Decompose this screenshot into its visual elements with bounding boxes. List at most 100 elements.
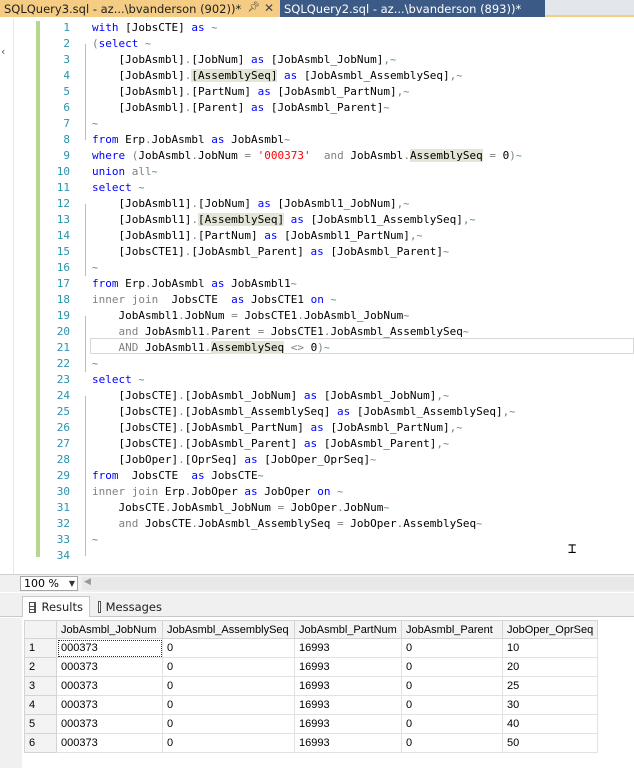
table-cell[interactable]: 000373 <box>56 657 163 677</box>
column-header[interactable]: JobAsmbl_PartNum <box>294 620 402 639</box>
table-cell[interactable]: 0 <box>401 695 503 715</box>
query-editor[interactable]: ‹ 1 2 3 4 5 6 7 8 9 10 11 12 13 14 15 16 17 18 19 20 21 22 23 2… <box>0 19 634 574</box>
close-icon[interactable]: ✕ <box>264 1 274 15</box>
table-cell[interactable]: 16993 <box>294 676 402 696</box>
code-line-3: [JobAsmbl].[JobNum] as [JobAsmbl_JobNum]… <box>92 53 397 66</box>
column-header[interactable]: JobAsmbl_Parent <box>401 620 503 639</box>
column-header[interactable]: JobAsmbl_AssemblySeq <box>162 620 295 639</box>
line-number: 8 <box>63 133 70 146</box>
table-cell[interactable]: 40 <box>501 714 599 734</box>
result-tabs: Results Messages <box>0 593 634 617</box>
document-tab-strip: SQLQuery3.sql - az...\bvanderson (902))*… <box>0 0 634 17</box>
line-number: 5 <box>63 85 70 98</box>
table-cell[interactable]: 0 <box>401 638 503 658</box>
table-row[interactable]: 5 000373 0 16993 0 40 <box>24 714 599 734</box>
tab-sqlquery2[interactable]: SQLQuery2.sql - az...\bvanderson (893))* <box>280 0 545 17</box>
table-cell[interactable]: 50 <box>501 733 599 753</box>
code-line-4: [JobAsmbl].[AssemblySeq] as [JobAsmbl_As… <box>92 69 463 82</box>
table-cell[interactable]: 30 <box>501 695 599 715</box>
horizontal-scrollbar[interactable]: ◀ <box>82 577 634 590</box>
table-row[interactable]: 6 000373 0 16993 0 50 <box>24 733 599 753</box>
table-cell[interactable]: 0 <box>162 657 295 677</box>
tab-messages[interactable]: Messages <box>92 596 168 617</box>
line-number: 12 <box>56 197 70 210</box>
table-cell[interactable]: 16993 <box>294 638 402 658</box>
line-number: 29 <box>56 469 70 482</box>
table-cell[interactable]: 0 <box>401 714 503 734</box>
table-cell[interactable]: 000373 <box>56 733 163 753</box>
table-cell[interactable]: 16993 <box>294 695 402 715</box>
code-line-12: [JobAsmbl1].[JobNum] as [JobAsmbl1_JobNu… <box>92 197 410 210</box>
code-line-11: select ~ <box>92 181 145 194</box>
line-number: 22 <box>56 357 70 370</box>
code-line-23: select ~ <box>92 373 145 386</box>
table-cell[interactable]: 16993 <box>294 657 402 677</box>
results-grid[interactable]: JobAsmbl_JobNum JobAsmbl_AssemblySeq Job… <box>24 620 599 753</box>
fold-guide <box>85 396 86 556</box>
row-number-header[interactable] <box>24 620 57 639</box>
table-row[interactable]: 4 000373 0 16993 0 30 <box>24 695 599 715</box>
column-header[interactable]: JobAsmbl_JobNum <box>56 620 163 639</box>
line-number: 6 <box>63 101 70 114</box>
line-number: 30 <box>56 485 70 498</box>
table-cell[interactable]: 0 <box>162 638 295 658</box>
table-cell[interactable]: 0 <box>401 657 503 677</box>
pin-icon[interactable]: 📌︎ <box>247 2 260 13</box>
line-number: 13 <box>56 213 70 226</box>
table-cell[interactable]: 000373 <box>56 714 163 734</box>
table-cell[interactable]: 0 <box>162 676 295 696</box>
fold-guide <box>85 44 86 140</box>
line-number: 32 <box>56 517 70 530</box>
row-number[interactable]: 6 <box>24 733 57 753</box>
zoom-value: 100 % <box>24 577 59 590</box>
table-cell[interactable]: 16993 <box>294 714 402 734</box>
table-cell[interactable]: 000373 <box>56 695 163 715</box>
tab-results[interactable]: Results <box>22 596 90 617</box>
line-number: 4 <box>63 69 70 82</box>
scroll-left-icon[interactable]: ◀ <box>84 577 91 587</box>
table-cell[interactable]: 25 <box>501 676 599 696</box>
table-cell[interactable]: 10 <box>501 638 599 658</box>
row-number[interactable]: 5 <box>24 714 57 734</box>
code-line-21: AND JobAsmbl1.AssemblySeq <> 0)~ <box>92 341 330 354</box>
tab-sqlquery3[interactable]: SQLQuery3.sql - az...\bvanderson (902))*… <box>0 0 280 17</box>
line-number: 24 <box>56 389 70 402</box>
table-cell[interactable]: 20 <box>501 657 599 677</box>
table-row[interactable]: 3 000373 0 16993 0 25 <box>24 676 599 696</box>
table-row[interactable]: 2 000373 0 16993 0 20 <box>24 657 599 677</box>
zoom-select[interactable]: 100 % ▼ <box>20 576 78 591</box>
table-cell[interactable]: 0 <box>162 733 295 753</box>
table-cell[interactable]: 0 <box>162 695 295 715</box>
row-number[interactable]: 4 <box>24 695 57 715</box>
messages-icon <box>98 600 101 613</box>
table-cell[interactable]: 0 <box>401 733 503 753</box>
tab-results-label: Results <box>41 600 83 614</box>
table-cell[interactable]: 000373 <box>56 638 163 658</box>
code-line-10: union all~ <box>92 165 158 178</box>
code-line-9: where (JobAsmbl.JobNum = '000373' and Jo… <box>92 149 522 162</box>
column-header[interactable]: JobOper_OprSeq <box>501 620 599 639</box>
table-cell[interactable]: 16993 <box>294 733 402 753</box>
code-line-20: and JobAsmbl1.Parent = JobsCTE1.JobAsmbl… <box>92 325 469 338</box>
table-cell[interactable]: 0 <box>162 714 295 734</box>
table-cell[interactable]: 0 <box>401 676 503 696</box>
row-number[interactable]: 2 <box>24 657 57 677</box>
code-line-7: ~ <box>92 119 99 130</box>
table-row[interactable]: 1 000373 0 16993 0 10 <box>24 638 599 658</box>
code-line-27: [JobsCTE].[JobAsmbl_Parent] as [JobAsmbl… <box>92 437 450 450</box>
code-line-24: [JobsCTE].[JobAsmbl_JobNum] as [JobAsmbl… <box>92 389 450 402</box>
line-number: 17 <box>56 277 70 290</box>
fold-guide <box>85 316 86 372</box>
table-cell[interactable]: 000373 <box>56 676 163 696</box>
row-number[interactable]: 1 <box>24 638 57 658</box>
line-number: 7 <box>63 117 70 130</box>
row-number[interactable]: 3 <box>24 676 57 696</box>
chevron-down-icon: ▼ <box>68 579 75 588</box>
code-line-15: [JobsCTE1].[JobAsmbl_Parent] as [JobAsmb… <box>92 245 450 258</box>
line-number: 26 <box>56 421 70 434</box>
grid-icon <box>29 601 37 613</box>
line-number: 34 <box>56 549 70 562</box>
code-line-14: [JobAsmbl1].[PartNum] as [JobAsmbl1_Part… <box>92 229 423 242</box>
line-number: 28 <box>56 453 70 466</box>
chevron-left-icon[interactable]: ‹ <box>1 45 5 58</box>
